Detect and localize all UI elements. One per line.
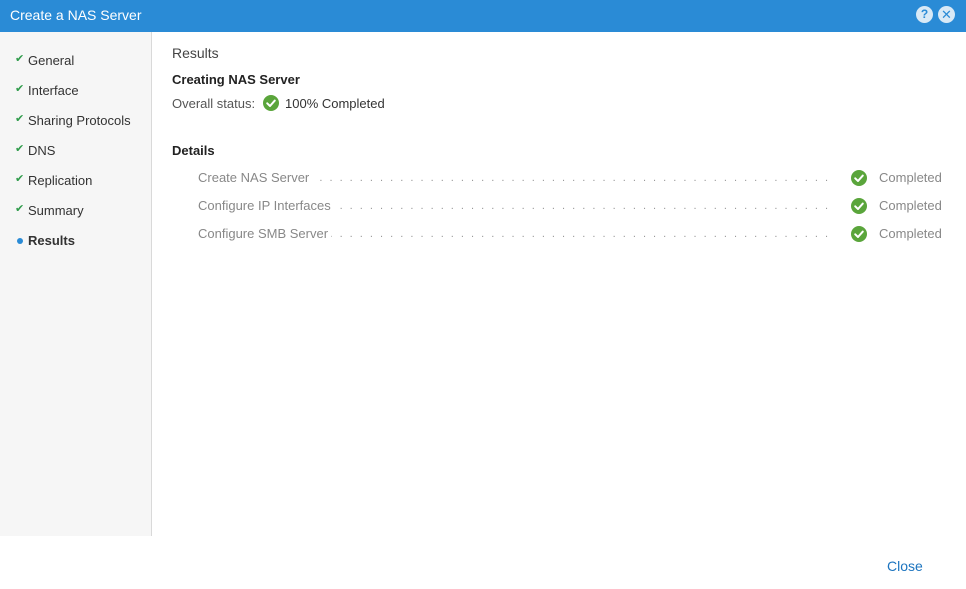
step-summary[interactable]: ✔ Summary [0, 199, 151, 223]
task-row: . . . . . . . . . . . . . . . . . . . . … [198, 168, 944, 188]
task-name: Configure IP Interfaces [198, 198, 334, 213]
close-icon[interactable]: ✕ [938, 6, 955, 23]
step-results[interactable]: Results [0, 229, 151, 253]
help-icon[interactable]: ? [916, 6, 933, 23]
dialog-title: Create a NAS Server [10, 7, 142, 23]
wizard-steps-sidebar: ✔ General ✔ Interface ✔ Sharing Protocol… [0, 32, 152, 536]
step-label: Results [28, 233, 75, 248]
step-label: Sharing Protocols [28, 113, 131, 128]
step-label: Interface [28, 83, 79, 98]
success-check-icon [263, 95, 279, 111]
task-status: Completed [879, 170, 942, 185]
step-interface[interactable]: ✔ Interface [0, 79, 151, 103]
section-title: Results [172, 45, 219, 61]
task-status: Completed [879, 226, 942, 241]
checkmark-icon: ✔ [15, 113, 25, 125]
results-panel: Results Creating NAS Server Overall stat… [152, 32, 966, 536]
checkmark-icon: ✔ [15, 83, 25, 95]
operation-title: Creating NAS Server [172, 72, 300, 87]
step-label: Replication [28, 173, 93, 188]
overall-status-value: 100% Completed [285, 96, 385, 111]
dialog-titlebar: Create a NAS Server ? ✕ [0, 0, 966, 32]
step-label: General [28, 53, 75, 68]
step-label: Summary [28, 203, 84, 218]
step-dns[interactable]: ✔ DNS [0, 139, 151, 163]
checkmark-icon: ✔ [15, 203, 25, 215]
details-heading: Details [172, 143, 215, 158]
success-check-icon [851, 198, 867, 214]
task-status: Completed [879, 198, 942, 213]
checkmark-icon: ✔ [15, 173, 25, 185]
checkmark-icon: ✔ [15, 53, 25, 65]
step-label: DNS [28, 143, 56, 158]
task-name: Configure SMB Server [198, 226, 332, 241]
success-check-icon [851, 170, 867, 186]
close-button[interactable]: Close [887, 558, 923, 574]
checkmark-icon: ✔ [15, 143, 25, 155]
overall-status-label: Overall status: [172, 96, 256, 111]
task-name: Create NAS Server [198, 170, 313, 185]
task-row: . . . . . . . . . . . . . . . . . . . . … [198, 196, 944, 216]
dialog-footer: Close [0, 536, 966, 589]
step-general[interactable]: ✔ General [0, 49, 151, 73]
task-row: . . . . . . . . . . . . . . . . . . . . … [198, 224, 944, 244]
step-sharing-protocols[interactable]: ✔ Sharing Protocols [0, 109, 151, 133]
step-replication[interactable]: ✔ Replication [0, 169, 151, 193]
current-step-dot-icon [17, 238, 23, 244]
success-check-icon [851, 226, 867, 242]
